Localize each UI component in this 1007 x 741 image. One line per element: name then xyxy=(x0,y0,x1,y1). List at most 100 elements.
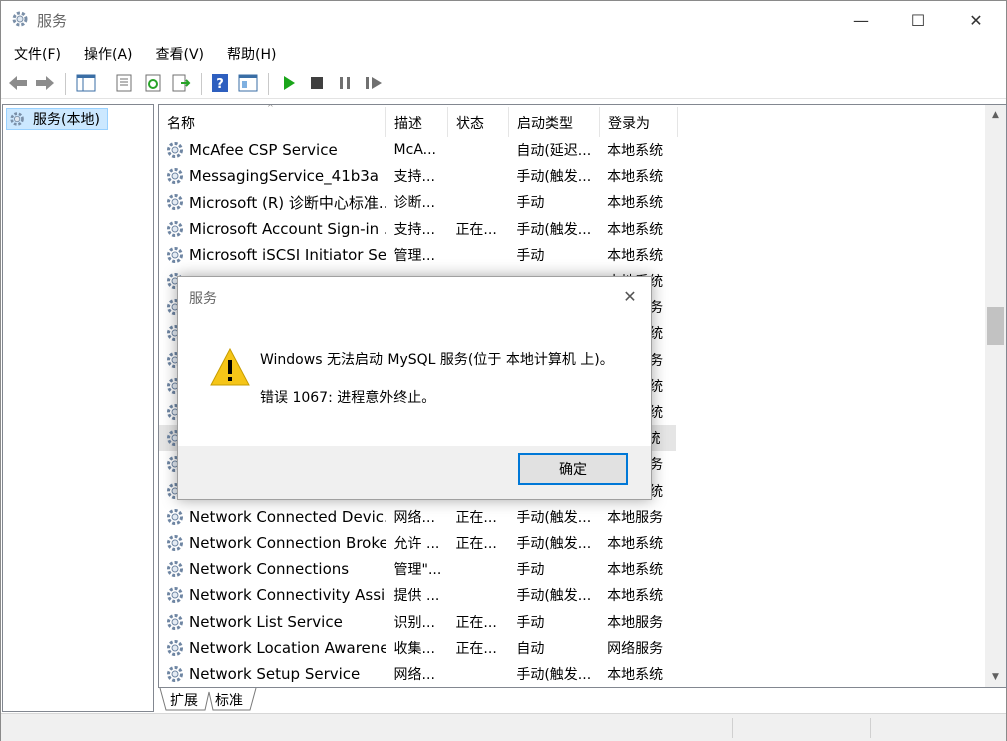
service-description: 提供 ... xyxy=(393,588,440,605)
service-name: Network Connected Devic... xyxy=(189,507,386,526)
service-startup-type: 手动 xyxy=(516,614,545,631)
service-startup-type: 手动 xyxy=(516,195,545,212)
service-name: Microsoft iSCSI Initiator Ser... xyxy=(189,245,386,264)
table-row[interactable]: McAfee CSP Service McA... 自动(延迟... 本地系统 xyxy=(159,137,679,163)
service-name: Network Setup Service xyxy=(189,665,361,683)
tab-extended[interactable]: 扩展 xyxy=(170,688,198,712)
table-row[interactable]: Network Location Awarene... 收集... 正在... 自动 网… xyxy=(159,635,679,661)
maximize-button[interactable]: ☐ xyxy=(889,1,947,39)
pause-service-icon[interactable] xyxy=(334,72,356,94)
scrollbar-thumb[interactable] xyxy=(987,307,1004,345)
column-header-name[interactable]: ^ 名称 xyxy=(159,104,386,137)
minimize-button[interactable]: — xyxy=(832,1,890,39)
column-header-startup-type[interactable]: 启动类型 xyxy=(509,107,600,137)
table-row[interactable]: Microsoft Account Sign-in ... 支持... 正在... 手… xyxy=(159,216,679,242)
svg-text:?: ? xyxy=(216,77,224,92)
properties-icon[interactable] xyxy=(113,72,135,94)
toolbar: ? xyxy=(1,69,1006,99)
status-divider xyxy=(732,718,733,738)
service-description: 网络... xyxy=(393,509,435,526)
service-name-cell: Network Connectivity Assis... xyxy=(159,585,386,605)
service-startup-type: 手动(触发... xyxy=(516,169,592,186)
service-name: McAfee CSP Service xyxy=(189,141,338,159)
sort-ascending-icon: ^ xyxy=(267,104,274,112)
service-startup-type: 自动(延迟... xyxy=(516,143,592,159)
show-hide-tree-icon[interactable] xyxy=(75,72,97,94)
table-row[interactable]: Network Connected Devic... 网络... 正在... 手动(触… xyxy=(159,504,679,530)
tree-item-label: 服务(本地) xyxy=(33,112,100,128)
service-name-cell: Network Connections xyxy=(159,559,386,579)
table-row[interactable]: Microsoft iSCSI Initiator Ser... 管理... 手动 本… xyxy=(159,242,679,268)
column-header-status[interactable]: 状态 xyxy=(448,107,509,137)
service-logon-as: 本地系统 xyxy=(607,588,664,605)
column-header-description[interactable]: 描述 xyxy=(386,107,448,137)
start-service-icon[interactable] xyxy=(278,72,300,94)
service-name-cell: Network Connected Devic... xyxy=(159,507,386,527)
service-logon-as: 本地系统 xyxy=(607,221,664,238)
services-gear-icon xyxy=(10,112,24,126)
service-name: Microsoft Account Sign-in ... xyxy=(189,219,386,238)
service-description: 管理... xyxy=(393,247,435,264)
dialog-error-code: 错误 1067: 进程意外终止。 xyxy=(260,390,436,406)
service-gear-icon xyxy=(167,639,183,656)
table-row[interactable]: Network Connections 管理"... 手动 本地系统 xyxy=(159,556,679,582)
service-startup-type: 自动 xyxy=(516,640,545,657)
view-icon[interactable] xyxy=(237,72,259,94)
service-description: 支持... xyxy=(393,221,435,238)
dialog-close-button[interactable]: ✕ xyxy=(615,283,645,309)
service-name: MessagingService_41b3a xyxy=(189,167,379,186)
refresh-icon[interactable] xyxy=(142,72,164,94)
restart-service-icon[interactable] xyxy=(363,72,385,94)
status-bar xyxy=(1,713,1006,741)
scroll-down-icon[interactable]: ▼ xyxy=(985,667,1006,687)
status-divider xyxy=(870,718,871,738)
back-arrow-icon[interactable] xyxy=(7,72,29,94)
service-logon-as: 本地系统 xyxy=(607,667,664,683)
service-gear-icon xyxy=(167,561,183,578)
dialog-message: Windows 无法启动 MySQL 服务(位于 本地计算机 上)。 xyxy=(260,352,614,368)
service-name: Network Location Awarene... xyxy=(189,638,386,657)
dialog-title: 服务 xyxy=(189,291,217,307)
close-button[interactable]: ✕ xyxy=(947,1,1005,39)
service-description: McA... xyxy=(393,142,437,158)
service-logon-as: 本地系统 xyxy=(607,562,664,579)
menu-help[interactable]: 帮助(H) xyxy=(214,41,286,67)
ok-button[interactable]: 确定 xyxy=(518,453,628,485)
service-name-cell: Network Connection Broker xyxy=(159,533,386,553)
service-name: Network Connectivity Assis... xyxy=(189,586,386,605)
table-row[interactable]: Network Connection Broker 允许 ... 正在... 手动(触… xyxy=(159,530,679,556)
table-row[interactable]: MessagingService_41b3a 支持... 手动(触发... 本地系统 xyxy=(159,163,679,189)
service-logon-as: 网络服务 xyxy=(607,640,664,657)
vertical-scrollbar[interactable]: ▲ ▼ xyxy=(985,105,1006,687)
column-header-row: ^ 名称 描述 状态 启动类型 登录为 xyxy=(159,104,989,137)
table-row[interactable]: Microsoft (R) 诊断中心标准... 诊断... 手动 本地系统 xyxy=(159,189,679,215)
window-title: 服务 xyxy=(37,12,68,30)
service-name-cell: Network List Service xyxy=(159,612,386,632)
service-startup-type: 手动(触发... xyxy=(516,509,592,526)
service-status: 正在... xyxy=(455,509,497,526)
menu-view[interactable]: 查看(V) xyxy=(143,41,215,67)
stop-service-icon[interactable] xyxy=(306,72,328,94)
service-name: Network List Service xyxy=(189,612,343,631)
menu-action[interactable]: 操作(A) xyxy=(71,41,143,67)
column-header-logon-as[interactable]: 登录为 xyxy=(600,107,678,137)
export-list-icon[interactable] xyxy=(170,72,192,94)
forward-arrow-icon[interactable] xyxy=(34,72,56,94)
service-startup-type: 手动(触发... xyxy=(516,536,592,552)
service-gear-icon xyxy=(167,613,183,630)
tree-pane: 服务(本地) xyxy=(2,104,154,712)
tab-standard[interactable]: 标准 xyxy=(215,688,243,712)
help-icon[interactable]: ? xyxy=(209,72,231,94)
table-row[interactable]: Network List Service 识别... 正在... 手动 本地服务 xyxy=(159,609,679,635)
service-description: 支持... xyxy=(393,169,435,186)
service-gear-icon xyxy=(167,587,183,604)
tree-item-local-services[interactable]: 服务(本地) xyxy=(6,108,108,130)
table-row[interactable]: Network Connectivity Assis... 提供 ... 手动(触发… xyxy=(159,582,679,608)
scroll-up-icon[interactable]: ▲ xyxy=(985,105,1006,125)
table-row[interactable]: Network Setup Service 网络... 手动(触发... 本地系统 xyxy=(159,661,679,687)
menu-file[interactable]: 文件(F) xyxy=(1,41,71,67)
service-description: 识别... xyxy=(393,614,435,631)
service-status: 正在... xyxy=(455,221,497,238)
service-startup-type: 手动 xyxy=(516,562,545,579)
service-status: 正在... xyxy=(455,536,497,552)
